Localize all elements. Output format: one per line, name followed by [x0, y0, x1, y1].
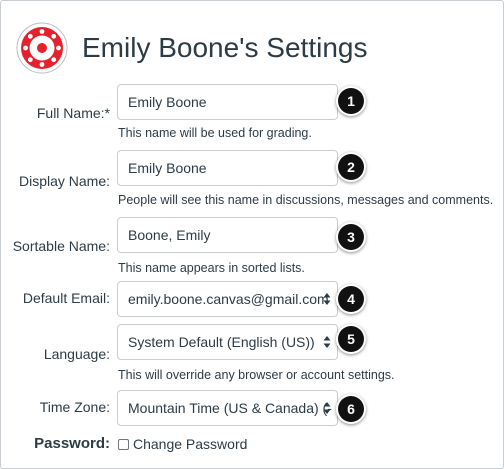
- full-name-label: Full Name:*: [36, 105, 110, 121]
- display-name-label: Display Name:: [18, 173, 110, 189]
- page-header: Emily Boone's Settings: [16, 18, 367, 78]
- up-down-caret-icon: [323, 336, 331, 348]
- unchecked-checkbox-icon[interactable]: [118, 438, 129, 450]
- language-help: This will override any browser or accoun…: [118, 368, 395, 382]
- default-email-select[interactable]: emily.boone.canvas@gmail.com: [117, 281, 338, 317]
- display-name-input[interactable]: [117, 150, 338, 186]
- full-name-help: This name will be used for grading.: [118, 126, 312, 140]
- language-select[interactable]: System Default (English (US)): [117, 324, 338, 360]
- full-name-input[interactable]: [117, 84, 338, 120]
- time-zone-value: Mountain Time (US & Canada) (-: [128, 400, 332, 416]
- change-password-label: Change Password: [133, 436, 248, 452]
- sortable-name-help: This name appears in sorted lists.: [118, 261, 305, 275]
- language-value: System Default (English (US)): [128, 334, 315, 350]
- display-name-help: People will see this name in discussions…: [118, 193, 494, 207]
- default-email-label: Default Email:: [22, 290, 110, 306]
- up-down-caret-icon: [323, 293, 331, 305]
- sortable-name-input[interactable]: [117, 217, 338, 253]
- change-password-option[interactable]: Change Password: [118, 436, 247, 452]
- language-label: Language:: [43, 346, 110, 362]
- callout-2: 2: [338, 154, 364, 180]
- callout-1: 1: [338, 88, 364, 114]
- password-label: Password:: [34, 435, 110, 452]
- canvas-logo-icon: [16, 22, 68, 74]
- time-zone-label: Time Zone:: [39, 399, 110, 415]
- sortable-name-label: Sortable Name:: [12, 238, 110, 254]
- time-zone-select[interactable]: Mountain Time (US & Canada) (-: [117, 390, 338, 426]
- up-down-caret-icon: [323, 402, 331, 414]
- callout-5: 5: [338, 326, 364, 352]
- callout-3: 3: [338, 224, 364, 250]
- callout-6: 6: [338, 396, 364, 422]
- callout-4: 4: [338, 286, 364, 312]
- default-email-value: emily.boone.canvas@gmail.com: [128, 291, 329, 307]
- page-title: Emily Boone's Settings: [82, 32, 368, 63]
